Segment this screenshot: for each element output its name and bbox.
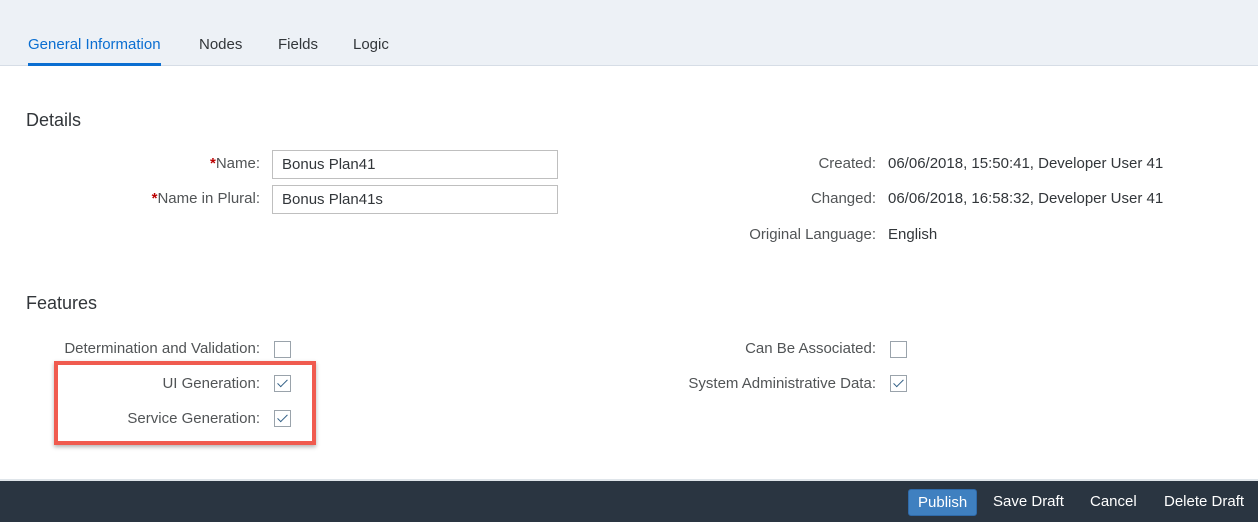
original-language-label: Original Language: — [749, 226, 876, 243]
save-draft-button[interactable]: Save Draft — [993, 493, 1064, 510]
can-be-associated-checkbox[interactable] — [890, 341, 907, 358]
original-language-value: English — [888, 226, 938, 243]
ui-generation-label: UI Generation: — [162, 375, 260, 392]
changed-label: Changed: — [810, 190, 876, 207]
name-in-plural-input[interactable] — [272, 185, 558, 214]
name-label: *Name: — [210, 155, 260, 172]
cancel-button[interactable]: Cancel — [1090, 493, 1137, 510]
can-be-associated-label: Can Be Associated: — [745, 340, 876, 357]
plural-label: *Name in Plural: — [152, 190, 260, 207]
system-administrative-data-label: System Administrative Data: — [688, 375, 876, 392]
name-label-text: Name: — [215, 155, 260, 172]
footer-toolbar: Publish Save Draft Cancel Delete Draft — [0, 479, 1258, 522]
tab-general-information[interactable]: General Information — [28, 36, 161, 66]
plural-label-text: Name in Plural: — [157, 190, 260, 207]
annotation-highlight-box — [54, 361, 316, 445]
system-administrative-data-checkbox[interactable] — [890, 375, 907, 392]
tab-fields[interactable]: Fields — [278, 36, 318, 66]
name-input[interactable] — [272, 150, 558, 179]
ui-generation-checkbox[interactable] — [274, 375, 291, 392]
created-label: Created: — [818, 155, 876, 172]
determination-validation-checkbox[interactable] — [274, 341, 291, 358]
service-generation-label: Service Generation: — [127, 410, 260, 427]
changed-value: 06/06/2018, 16:58:32, Developer User 41 — [888, 190, 1164, 207]
delete-draft-button[interactable]: Delete Draft — [1164, 493, 1244, 510]
details-title: Details — [26, 110, 82, 130]
service-generation-checkbox[interactable] — [274, 410, 291, 427]
features-title: Features — [26, 293, 98, 313]
determination-validation-label: Determination and Validation: — [64, 340, 260, 357]
created-value: 06/06/2018, 15:50:41, Developer User 41 — [888, 155, 1164, 172]
publish-button[interactable]: Publish — [908, 489, 978, 516]
tab-logic[interactable]: Logic — [353, 36, 389, 66]
tab-bar: General Information Nodes Fields Logic — [0, 0, 1258, 66]
tab-nodes[interactable]: Nodes — [199, 36, 242, 66]
